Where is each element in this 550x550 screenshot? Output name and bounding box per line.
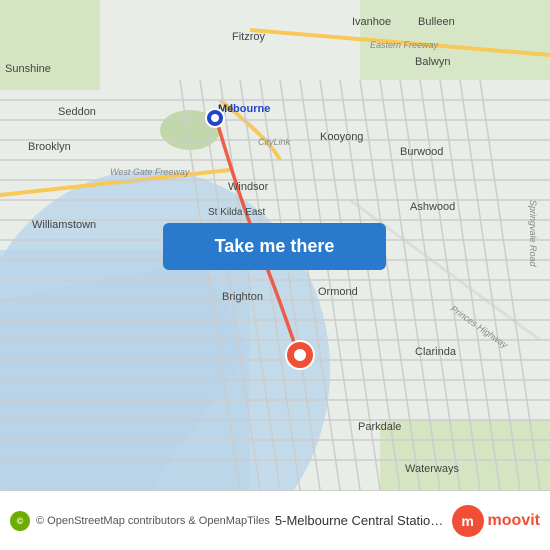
attribution-text: © OpenStreetMap contributors & OpenMapTi… [36,515,270,527]
svg-text:Clarinda: Clarinda [415,346,457,358]
osm-logo: © [10,511,30,531]
svg-text:Kooyong: Kooyong [320,131,363,143]
svg-text:Ashwood: Ashwood [410,201,455,213]
svg-text:Sunshine: Sunshine [5,63,51,75]
footer-route: 5-Melbourne Central Station/Elizabeth St… [270,513,452,528]
svg-text:Williamstown: Williamstown [32,219,96,231]
moovit-branding: m moovit [452,505,540,537]
take-me-there-button[interactable]: Take me there [163,223,386,270]
svg-text:Fitzroy: Fitzroy [232,31,266,43]
footer: © © OpenStreetMap contributors & OpenMap… [0,490,550,550]
moovit-logo: m moovit [452,505,540,537]
svg-text:lbourne: lbourne [230,103,270,115]
footer-attribution: © © OpenStreetMap contributors & OpenMap… [10,511,270,531]
svg-text:Brooklyn: Brooklyn [28,141,71,153]
svg-text:Springvale Road: Springvale Road [528,200,538,268]
svg-text:Seddon: Seddon [58,106,96,118]
svg-text:St Kilda East: St Kilda East [208,207,265,218]
svg-text:Waterways: Waterways [405,463,459,475]
svg-text:Ormond: Ormond [318,286,358,298]
svg-text:Burwood: Burwood [400,146,443,158]
svg-text:Balwyn: Balwyn [415,56,450,68]
moovit-text: moovit [488,512,540,530]
svg-text:Ivanhoe: Ivanhoe [352,16,391,28]
svg-text:Windsor: Windsor [228,181,269,193]
svg-text:West Gate Freeway: West Gate Freeway [110,167,190,177]
svg-text:CityLink: CityLink [258,137,291,147]
map-container: Sunshine Seddon Brooklyn Williamstown Fi… [0,0,550,490]
svg-text:Eastern Freeway: Eastern Freeway [370,40,439,50]
moovit-icon: m [452,505,484,537]
svg-text:Parkdale: Parkdale [358,421,401,433]
svg-text:Brighton: Brighton [222,291,263,303]
from-label: 5-Melbourne Central Station/Elizabeth St… [275,513,452,528]
svg-text:Bulleen: Bulleen [418,16,455,28]
